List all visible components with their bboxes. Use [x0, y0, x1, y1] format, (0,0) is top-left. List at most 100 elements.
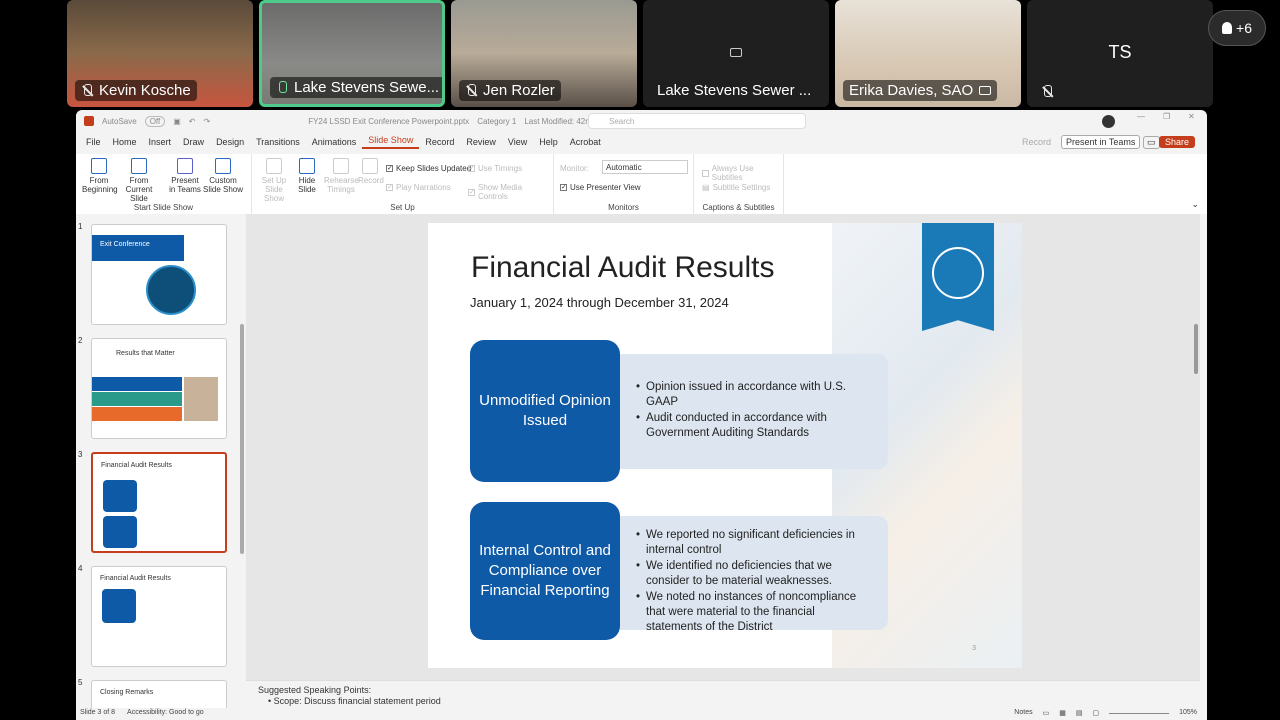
menu-insert[interactable]: Insert — [143, 137, 178, 147]
menu-slide-show[interactable]: Slide Show — [362, 135, 420, 149]
participant-name-tag: Erika Davies, SAO — [843, 80, 998, 101]
redo-icon[interactable]: ↷ — [204, 117, 211, 126]
participant-name: Jen Rozler — [483, 82, 555, 99]
bullet-item: • Audit conducted in accordance with Gove… — [636, 411, 870, 441]
menu-view[interactable]: View — [502, 137, 533, 147]
save-icon[interactable]: ▣ — [173, 117, 181, 126]
play-narrations-label: Play Narrations — [396, 183, 451, 192]
keep-updated-checkbox[interactable]: ✓ Keep Slides Updated — [386, 164, 471, 173]
reading-view-icon[interactable]: ▤ — [1076, 709, 1083, 719]
notes-heading: Suggested Speaking Points: — [258, 685, 372, 695]
title-bar: AutoSave Off ▣ ↶ ↷ FY24 LSSD Exit Confer… — [76, 110, 1207, 132]
participant-name-tag: Lake Stevens Sewer ... — [651, 80, 817, 101]
menu-file[interactable]: File — [80, 137, 107, 147]
monitor-value: Automatic — [606, 163, 642, 172]
share-screen-icon — [979, 86, 992, 95]
monitor-select[interactable]: Automatic — [602, 160, 688, 174]
slide-thumbnails-panel: 1 Exit Conference 2 Results that Matter … — [76, 214, 246, 710]
vertical-scrollbar[interactable] — [1194, 324, 1198, 374]
media-controls-checkbox[interactable]: ✓ Show Media Controls — [468, 183, 553, 201]
play-icon — [131, 158, 147, 174]
participant-strip: Kevin Kosche Lake Stevens Sewe... Jen Ro… — [0, 0, 1280, 108]
slide-thumbnail-1[interactable]: Exit Conference — [91, 224, 227, 325]
thumbnail-scrollbar[interactable] — [240, 324, 244, 554]
custom-slide-show-button[interactable]: Custom Slide Show — [200, 158, 246, 194]
from-beginning-button[interactable]: From Beginning — [82, 158, 118, 194]
checkbox-checked: ✓ — [468, 165, 475, 172]
share-button[interactable]: Share — [1159, 136, 1196, 148]
menu-design[interactable]: Design — [210, 137, 250, 147]
thumbnail-number: 3 — [78, 450, 83, 459]
subtitle-settings-label: Subtitle Settings — [712, 183, 771, 192]
normal-view-icon[interactable]: ▭ — [1043, 709, 1050, 719]
custom-label: Custom Slide Show — [202, 176, 244, 194]
slide-thumbnail-2[interactable]: Results that Matter — [91, 338, 227, 439]
slide-thumbnail-3[interactable]: Financial Audit Results — [91, 452, 227, 553]
current-slide[interactable]: Financial Audit Results January 1, 2024 … — [428, 223, 1022, 668]
restore-icon[interactable]: ❐ — [1163, 112, 1170, 121]
custom-show-icon — [215, 158, 231, 174]
present-teams-label: Present in Teams — [169, 176, 201, 194]
participant-name-tag: Jen Rozler — [459, 80, 561, 101]
close-icon[interactable]: ✕ — [1188, 112, 1195, 121]
collapse-ribbon-icon[interactable]: ⌄ — [1191, 199, 1199, 210]
hide-slide-button[interactable]: Hide Slide — [294, 158, 320, 194]
rehearse-button[interactable]: Rehearse Timings — [324, 158, 359, 194]
participant-tile[interactable]: Erika Davies, SAO — [835, 0, 1021, 107]
present-in-teams-button[interactable]: Present in Teams — [1061, 135, 1141, 149]
menu-help[interactable]: Help — [533, 137, 564, 147]
participant-tile[interactable]: TS — [1027, 0, 1213, 107]
slide-thumbnail-4[interactable]: Financial Audit Results — [91, 566, 227, 667]
search-input[interactable]: Search — [588, 113, 806, 129]
play-narrations-checkbox[interactable]: ✓ Play Narrations — [386, 183, 451, 192]
minimize-icon[interactable]: — — [1137, 112, 1145, 121]
undo-icon[interactable]: ↶ — [189, 117, 196, 126]
menu-home[interactable]: Home — [107, 137, 143, 147]
speaker-notes[interactable]: Suggested Speaking Points: • Scope: Disc… — [246, 680, 1200, 710]
thumbnail-banner — [92, 235, 184, 261]
bullet-text: Audit conducted in accordance with Gover… — [646, 412, 827, 439]
record-button[interactable]: Record — [1016, 137, 1057, 147]
menu-record[interactable]: Record — [419, 137, 460, 147]
slide-subtitle: January 1, 2024 through December 31, 202… — [470, 295, 729, 310]
setup-show-button[interactable]: Set Up Slide Show — [256, 158, 292, 203]
participant-tile[interactable]: Lake Stevens Sewe... — [259, 0, 445, 107]
autosave-toggle[interactable]: Off — [144, 115, 166, 127]
participant-tile[interactable]: Kevin Kosche — [67, 0, 253, 107]
zoom-level[interactable]: 105% — [1179, 709, 1197, 719]
avatar[interactable] — [1102, 115, 1115, 128]
group-label: Monitors — [608, 203, 639, 212]
menu-transitions[interactable]: Transitions — [250, 137, 306, 147]
from-current-button[interactable]: From Current Slide — [118, 158, 160, 203]
auditor-seal-icon — [922, 223, 994, 331]
menu-draw[interactable]: Draw — [177, 137, 210, 147]
thumbnail-band — [92, 407, 182, 421]
checkbox-checked: ✓ — [386, 165, 393, 172]
record-ribbon-button[interactable]: Record — [358, 158, 384, 185]
present-in-teams-ribbon-button[interactable]: Present in Teams — [168, 158, 202, 194]
mic-off-icon — [465, 83, 477, 98]
participant-name: Lake Stevens Sewer ... — [657, 82, 812, 99]
thumbnail-number: 5 — [78, 678, 83, 687]
always-subtitles-checkbox[interactable]: Always Use Subtitles — [702, 164, 783, 182]
thumbnail-card — [103, 480, 137, 512]
menu-acrobat[interactable]: Acrobat — [564, 137, 607, 147]
presenter-view-checkbox[interactable]: ✓ Use Presenter View — [560, 183, 641, 192]
slide-counter: Slide 3 of 8 — [80, 709, 116, 716]
notes-button[interactable]: Notes — [1014, 709, 1032, 719]
participant-tile[interactable]: Lake Stevens Sewer ... — [643, 0, 829, 107]
menu-animations[interactable]: Animations — [306, 137, 363, 147]
participant-name: Erika Davies, SAO — [849, 82, 974, 99]
participant-name: Kevin Kosche — [99, 82, 191, 99]
accessibility-status[interactable]: Accessibility: Good to go — [127, 709, 204, 719]
menu-review[interactable]: Review — [460, 137, 502, 147]
use-timings-checkbox[interactable]: ✓ Use Timings — [468, 164, 522, 173]
slide-thumbnail-5[interactable]: Closing Remarks — [91, 680, 227, 710]
comments-icon[interactable]: ▭ — [1143, 135, 1160, 149]
slideshow-icon[interactable]: ▢ — [1092, 709, 1099, 719]
subtitle-settings-button[interactable]: ▤ Subtitle Settings — [702, 183, 770, 192]
participant-tile[interactable]: Jen Rozler — [451, 0, 637, 107]
slide-sorter-icon[interactable]: ▦ — [1059, 709, 1066, 719]
zoom-slider[interactable] — [1109, 709, 1170, 714]
more-participants-button[interactable]: +6 — [1208, 10, 1266, 46]
